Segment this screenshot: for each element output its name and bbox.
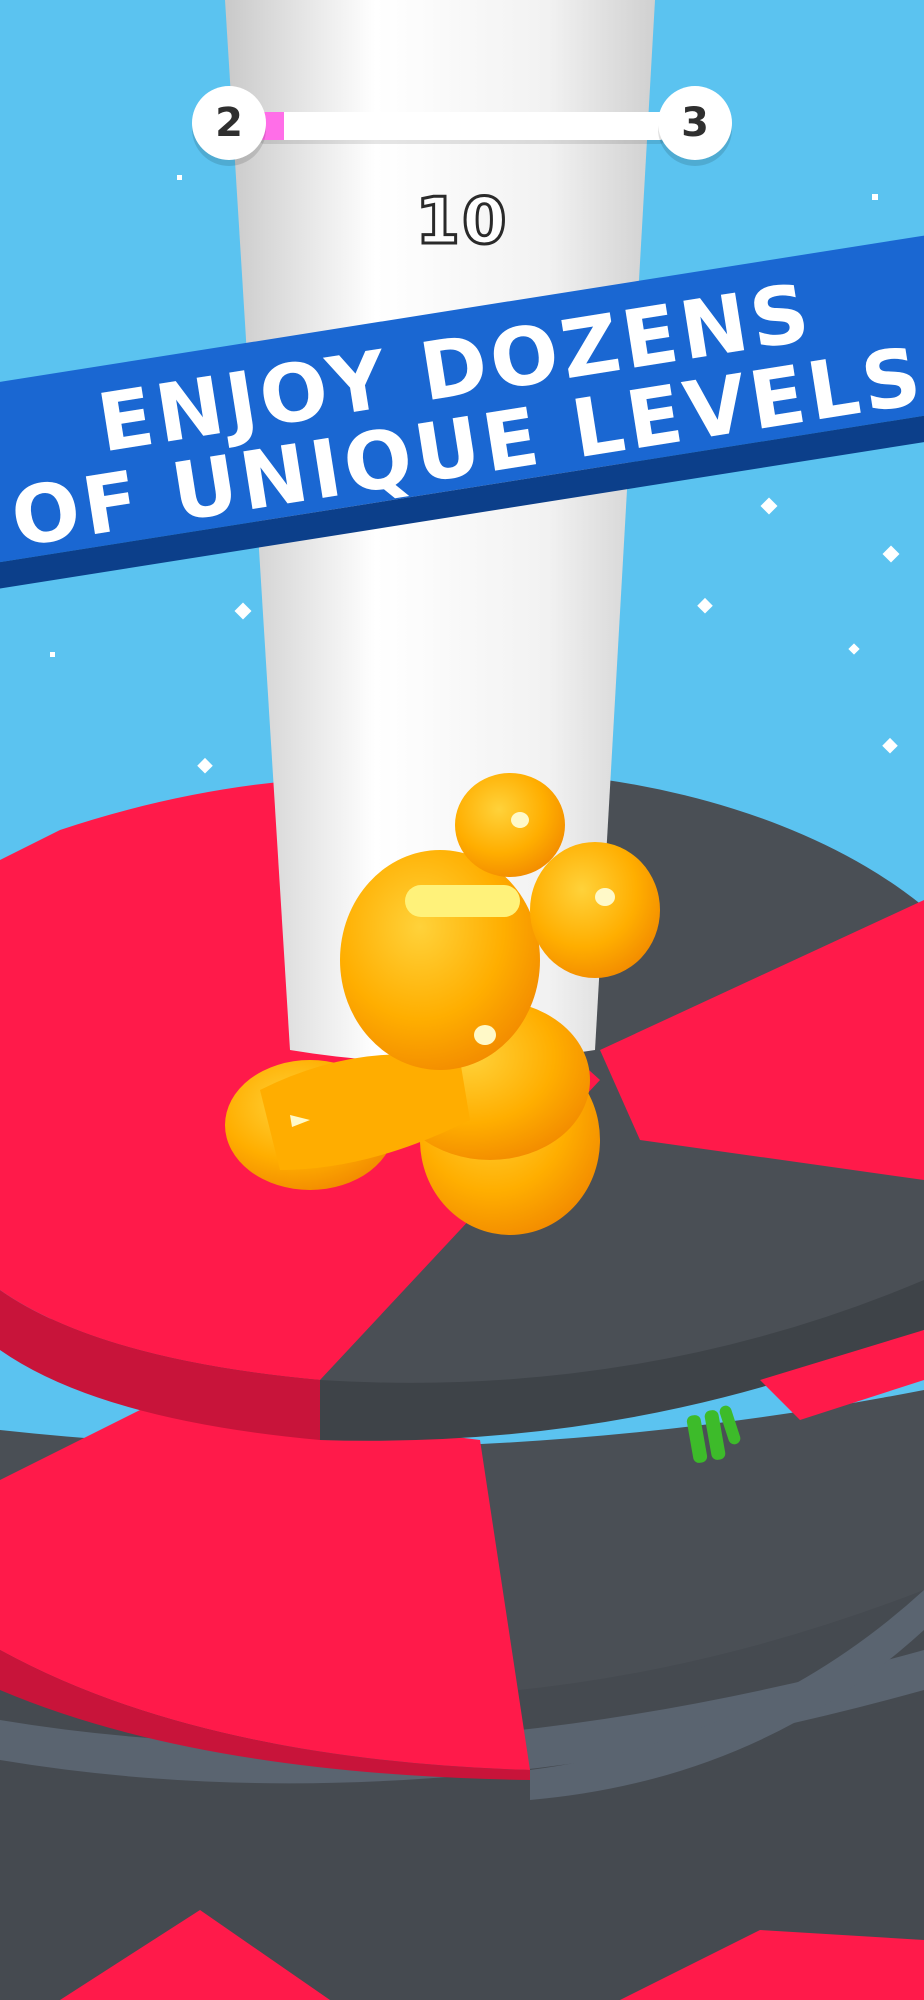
next-level-badge: 3 — [658, 86, 732, 160]
score-counter: 10 — [414, 184, 509, 261]
level-progress-bar — [260, 112, 664, 140]
hud: 2 3 10 — [0, 0, 924, 300]
current-level-badge: 2 — [192, 86, 266, 160]
game-screen[interactable]: 2 3 10 ENJOY DOZENS OF UNIQUE LEVELS — [0, 0, 924, 2000]
